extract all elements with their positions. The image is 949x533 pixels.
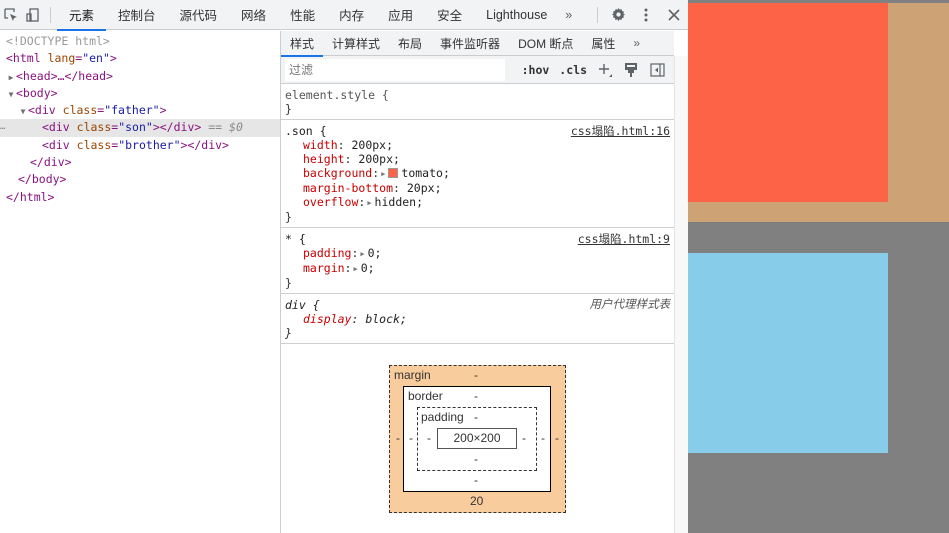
devtools-panel: 元素 控制台 源代码 网络 性能 内存 应用 安全 Lighthouse » <… bbox=[0, 0, 688, 533]
css-property[interactable]: padding: ▶ 0; bbox=[285, 246, 670, 261]
styles-filter-bar: :hov .cls bbox=[281, 56, 674, 84]
padding-bottom-value[interactable]: - bbox=[474, 452, 478, 466]
dom-node-doctype[interactable]: <!DOCTYPE html> bbox=[0, 33, 280, 50]
style-rule-user-agent: div { 用户代理样式表 display: block; } bbox=[281, 294, 674, 344]
close-icon[interactable] bbox=[660, 0, 688, 30]
expand-shorthand-icon[interactable]: ▶ bbox=[360, 247, 364, 261]
dom-node-html-close[interactable]: </html> bbox=[0, 189, 280, 206]
dom-node-body-close[interactable]: </body> bbox=[0, 171, 280, 188]
dom-node-father[interactable]: ▼ <div class="father"> bbox=[0, 102, 280, 119]
hover-state-toggle[interactable]: :hov bbox=[517, 63, 555, 77]
tab-sources[interactable]: 源代码 bbox=[168, 0, 230, 30]
tab-lighthouse[interactable]: Lighthouse bbox=[474, 0, 559, 30]
dom-node-son-selected[interactable]: … <div class="son"></div> == $0 bbox=[0, 119, 280, 137]
expand-shorthand-icon[interactable]: ▶ bbox=[353, 262, 357, 276]
collapse-triangle-icon[interactable]: ▼ bbox=[18, 103, 28, 120]
box-model-content[interactable]: 200×200 bbox=[437, 428, 517, 449]
dom-node-father-close[interactable]: </div> bbox=[0, 154, 280, 171]
box-model-diagram: margin - - - 20 border - - - - padding -… bbox=[281, 344, 674, 533]
paint-brush-icon[interactable] bbox=[618, 59, 644, 81]
dom-node-html[interactable]: <html lang="en"> bbox=[0, 50, 280, 67]
css-property[interactable]: height: 200px; bbox=[285, 152, 670, 166]
page-preview bbox=[688, 0, 949, 533]
source-link[interactable]: css塌陷.html:9 bbox=[578, 232, 670, 246]
style-rule-universal: * { css塌陷.html:9 padding: ▶ 0; margin: ▶ 0; … bbox=[281, 228, 674, 294]
dom-node-body[interactable]: ▼ <body> bbox=[0, 85, 280, 102]
dom-node-head[interactable]: ▶ <head>…</head> bbox=[0, 68, 280, 85]
tab-layout[interactable]: 布局 bbox=[389, 31, 431, 56]
css-property[interactable]: overflow: ▶ hidden; bbox=[285, 195, 670, 210]
brother-div[interactable] bbox=[688, 253, 888, 453]
tab-security[interactable]: 安全 bbox=[425, 0, 474, 30]
color-swatch[interactable] bbox=[388, 168, 399, 178]
tab-dom-breakpoints[interactable]: DOM 断点 bbox=[509, 31, 582, 56]
more-actions-dots-icon[interactable]: … bbox=[0, 119, 5, 136]
box-model-margin[interactable]: margin - - - 20 border - - - - padding -… bbox=[389, 365, 566, 513]
tab-network[interactable]: 网络 bbox=[229, 0, 278, 30]
tab-properties[interactable]: 属性 bbox=[582, 31, 624, 56]
source-link[interactable]: css塌陷.html:16 bbox=[571, 124, 670, 138]
tab-performance[interactable]: 性能 bbox=[278, 0, 327, 30]
style-rule-son: .son { css塌陷.html:16 width: 200px; heigh… bbox=[281, 120, 674, 228]
device-toolbar-icon[interactable] bbox=[22, 0, 44, 30]
expand-triangle-icon[interactable]: ▶ bbox=[6, 69, 16, 86]
dom-node-brother[interactable]: <div class="brother"></div> bbox=[0, 137, 280, 154]
css-property[interactable]: background: ▶ tomato; bbox=[285, 166, 670, 181]
collapse-triangle-icon[interactable]: ▼ bbox=[6, 86, 16, 103]
more-tabs-button[interactable]: » bbox=[559, 0, 578, 30]
border-right-value[interactable]: - bbox=[541, 431, 545, 445]
expand-shorthand-icon[interactable]: ▶ bbox=[381, 167, 385, 181]
more-vert-icon[interactable] bbox=[632, 0, 660, 30]
tab-application[interactable]: 应用 bbox=[376, 0, 425, 30]
gear-icon[interactable] bbox=[604, 0, 632, 30]
padding-left-value[interactable]: - bbox=[427, 431, 431, 445]
tab-console[interactable]: 控制台 bbox=[106, 0, 168, 30]
user-agent-stylesheet-label: 用户代理样式表 bbox=[589, 299, 671, 311]
styles-sidebar: 样式 计算样式 布局 事件监听器 DOM 断点 属性 » :hov .cls e… bbox=[281, 31, 674, 533]
tab-computed[interactable]: 计算样式 bbox=[323, 31, 389, 56]
padding-top-value[interactable]: - bbox=[474, 410, 478, 424]
toolbar-divider bbox=[50, 6, 51, 23]
inspect-element-icon[interactable] bbox=[0, 0, 22, 30]
father-div[interactable] bbox=[688, 3, 949, 222]
css-property[interactable]: margin-bottom: 20px; bbox=[285, 181, 670, 195]
margin-left-value[interactable]: - bbox=[396, 431, 400, 445]
margin-bottom-value[interactable]: 20 bbox=[470, 494, 483, 508]
more-sidebar-tabs-button[interactable]: » bbox=[624, 31, 649, 56]
css-property: display: block; bbox=[303, 312, 407, 326]
toggle-sidebar-icon[interactable] bbox=[644, 59, 670, 81]
main-toolbar: 元素 控制台 源代码 网络 性能 内存 应用 安全 Lighthouse » bbox=[0, 0, 688, 31]
border-top-value[interactable]: - bbox=[474, 389, 478, 403]
border-left-value[interactable]: - bbox=[409, 431, 413, 445]
tab-memory[interactable]: 内存 bbox=[327, 0, 376, 30]
box-model-border[interactable]: border - - - - padding - - - - 200×200 bbox=[403, 386, 551, 492]
tab-elements[interactable]: 元素 bbox=[57, 0, 107, 31]
sidebar-tabs: 样式 计算样式 布局 事件监听器 DOM 断点 属性 » bbox=[281, 31, 674, 57]
box-model-padding[interactable]: padding - - - - 200×200 bbox=[417, 407, 537, 471]
css-property[interactable]: margin: ▶ 0; bbox=[285, 261, 670, 276]
border-bottom-value[interactable]: - bbox=[474, 473, 478, 487]
styles-scrollbar[interactable] bbox=[674, 56, 688, 533]
dom-tree: <!DOCTYPE html> <html lang="en"> ▶ <head>… bbox=[0, 31, 280, 533]
toolbar-divider bbox=[597, 6, 598, 23]
class-toggle[interactable]: .cls bbox=[554, 63, 592, 77]
tab-styles[interactable]: 样式 bbox=[281, 31, 324, 57]
expand-shorthand-icon[interactable]: ▶ bbox=[367, 196, 371, 210]
new-style-rule-icon[interactable] bbox=[592, 59, 618, 81]
style-rule-element: element.style { } bbox=[281, 84, 674, 120]
margin-right-value[interactable]: - bbox=[555, 431, 559, 445]
son-div[interactable] bbox=[688, 3, 888, 202]
css-property[interactable]: width: 200px; bbox=[285, 138, 670, 152]
padding-right-value[interactable]: - bbox=[522, 431, 526, 445]
tab-event-listeners[interactable]: 事件监听器 bbox=[431, 31, 509, 56]
styles-filter-input[interactable] bbox=[285, 58, 505, 81]
margin-top-value[interactable]: - bbox=[474, 368, 478, 382]
